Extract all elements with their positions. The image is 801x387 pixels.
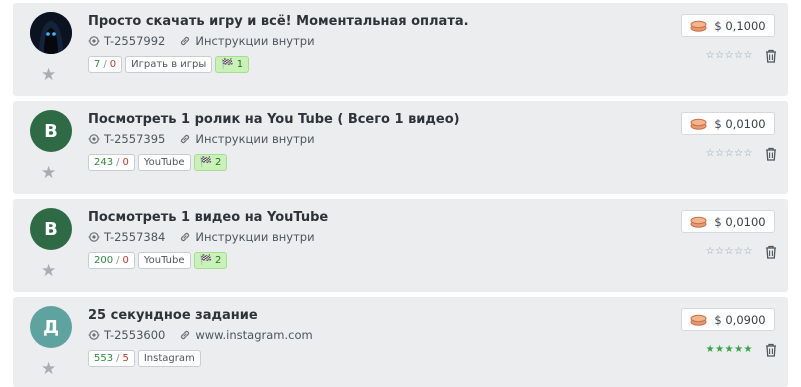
price-button[interactable]: $ 0,0900 bbox=[681, 308, 775, 331]
instructions-link[interactable]: Инструкции внутри bbox=[179, 230, 315, 244]
rating-stars: ★★★★★ bbox=[705, 344, 753, 355]
rating-stars: ☆☆☆☆☆ bbox=[705, 50, 753, 61]
task-id-text: T-2553600 bbox=[104, 328, 166, 342]
coin-stack-icon bbox=[690, 314, 707, 326]
eye-target-icon bbox=[88, 232, 100, 242]
eye-target-icon bbox=[88, 134, 100, 144]
done-count: 7 bbox=[94, 59, 101, 70]
avatar-letter: В bbox=[44, 218, 58, 240]
rejected-count: 0 bbox=[122, 157, 129, 168]
task-id: T-2557992 bbox=[88, 34, 165, 48]
rating-stars: ☆☆☆☆☆ bbox=[705, 148, 753, 159]
task-list: ★ Просто скачать игру и всё! Моментальна… bbox=[0, 0, 801, 387]
flag-counter: 🏁 2 bbox=[193, 252, 228, 269]
eye-target-icon bbox=[88, 330, 100, 340]
flag-count: 2 bbox=[214, 255, 222, 266]
instructions-link-text: Инструкции внутри bbox=[195, 132, 315, 146]
link-icon bbox=[181, 232, 190, 242]
completion-counter: 243/0 bbox=[88, 154, 135, 171]
price-button[interactable]: $ 0,1000 bbox=[681, 14, 775, 37]
avatar-letter: В bbox=[44, 120, 58, 142]
task-id: T-2557384 bbox=[88, 230, 165, 244]
completion-counter: 7/0 bbox=[88, 56, 123, 73]
task-card: В ★ Посмотреть 1 ролик на You Tube ( Все… bbox=[13, 101, 788, 194]
category-tag[interactable]: YouTube bbox=[137, 154, 191, 171]
flag-counter: 🏁 2 bbox=[193, 154, 228, 171]
rating-stars: ☆☆☆☆☆ bbox=[705, 246, 753, 257]
rejected-count: 0 bbox=[122, 255, 129, 266]
task-id: T-2557395 bbox=[88, 132, 165, 146]
favorite-star-icon[interactable]: ★ bbox=[41, 165, 56, 182]
category-tag[interactable]: Instagram bbox=[137, 350, 201, 367]
price-button[interactable]: $ 0,0100 bbox=[681, 210, 775, 233]
completion-counter: 200/0 bbox=[88, 252, 135, 269]
trash-icon[interactable] bbox=[765, 146, 777, 165]
coin-stack-icon bbox=[690, 216, 707, 228]
task-meta: T-2557384 Инструкции внутри bbox=[88, 230, 315, 244]
favorite-star-icon[interactable]: ★ bbox=[41, 67, 56, 84]
trash-icon[interactable] bbox=[765, 48, 777, 67]
website-link[interactable]: www.instagram.com bbox=[179, 328, 313, 342]
flag-count: 1 bbox=[236, 59, 244, 70]
flag-count: 2 bbox=[214, 157, 222, 168]
task-id-text: T-2557992 bbox=[104, 34, 166, 48]
checkered-flag-icon: 🏁 bbox=[199, 255, 212, 266]
instructions-link[interactable]: Инструкции внутри bbox=[179, 132, 315, 146]
trash-icon[interactable] bbox=[765, 244, 777, 263]
instructions-link-text: Инструкции внутри bbox=[195, 230, 315, 244]
coin-stack-icon bbox=[690, 20, 707, 32]
done-count: 553 bbox=[94, 353, 114, 364]
eye-target-icon bbox=[88, 36, 100, 46]
link-icon bbox=[181, 36, 190, 46]
link-icon bbox=[181, 134, 190, 144]
task-id-text: T-2557395 bbox=[104, 132, 166, 146]
task-title[interactable]: 25 секундное задание bbox=[88, 308, 258, 323]
price-value: $ 0,0100 bbox=[714, 116, 766, 131]
price-value: $ 0,1000 bbox=[714, 18, 766, 33]
instructions-link-text: Инструкции внутри bbox=[195, 34, 315, 48]
task-chips: 553/5 Instagram bbox=[88, 350, 204, 367]
favorite-star-icon[interactable]: ★ bbox=[41, 263, 56, 280]
task-chips: 7/0 Играть в игры 🏁 1 bbox=[88, 56, 252, 73]
trash-icon[interactable] bbox=[765, 342, 777, 361]
favorite-star-icon[interactable]: ★ bbox=[41, 361, 56, 378]
hooded-figure-icon bbox=[30, 12, 72, 54]
link-icon bbox=[181, 330, 190, 340]
task-chips: 200/0 YouTube 🏁 2 bbox=[88, 252, 230, 269]
task-card: ★ Просто скачать игру и всё! Моментальна… bbox=[13, 3, 788, 96]
checkered-flag-icon: 🏁 bbox=[199, 157, 212, 168]
price-value: $ 0,0100 bbox=[714, 214, 766, 229]
task-card: Д ★ 25 секундное задание T-2553600 www.i… bbox=[13, 297, 788, 387]
instructions-link[interactable]: Инструкции внутри bbox=[179, 34, 315, 48]
task-meta: T-2557992 Инструкции внутри bbox=[88, 34, 315, 48]
category-tag[interactable]: Играть в игры bbox=[125, 56, 213, 73]
task-title[interactable]: Посмотреть 1 ролик на You Tube ( Всего 1… bbox=[88, 112, 460, 127]
task-id-text: T-2557384 bbox=[104, 230, 166, 244]
done-count: 200 bbox=[94, 255, 114, 266]
task-meta: T-2557395 Инструкции внутри bbox=[88, 132, 315, 146]
task-title[interactable]: Просто скачать игру и всё! Моментальная … bbox=[88, 14, 469, 29]
price-value: $ 0,0900 bbox=[714, 312, 766, 327]
website-link-text: www.instagram.com bbox=[195, 328, 313, 342]
avatar[interactable]: Д bbox=[30, 306, 72, 348]
rejected-count: 0 bbox=[109, 59, 117, 70]
avatar[interactable]: В bbox=[30, 110, 72, 152]
rejected-count: 5 bbox=[122, 353, 129, 364]
coin-stack-icon bbox=[690, 118, 707, 130]
checkered-flag-icon: 🏁 bbox=[221, 59, 234, 70]
avatar-letter: Д bbox=[42, 316, 60, 338]
avatar[interactable]: В bbox=[30, 208, 72, 250]
avatar[interactable] bbox=[30, 12, 72, 54]
category-tag[interactable]: YouTube bbox=[137, 252, 191, 269]
done-count: 243 bbox=[94, 157, 114, 168]
task-card: В ★ Посмотреть 1 видео на YouTube T-2557… bbox=[13, 199, 788, 292]
price-button[interactable]: $ 0,0100 bbox=[681, 112, 775, 135]
task-id: T-2553600 bbox=[88, 328, 165, 342]
task-chips: 243/0 YouTube 🏁 2 bbox=[88, 154, 230, 171]
flag-counter: 🏁 1 bbox=[215, 56, 250, 73]
completion-counter: 553/5 bbox=[88, 350, 135, 367]
task-meta: T-2553600 www.instagram.com bbox=[88, 328, 313, 342]
task-title[interactable]: Посмотреть 1 видео на YouTube bbox=[88, 210, 328, 225]
